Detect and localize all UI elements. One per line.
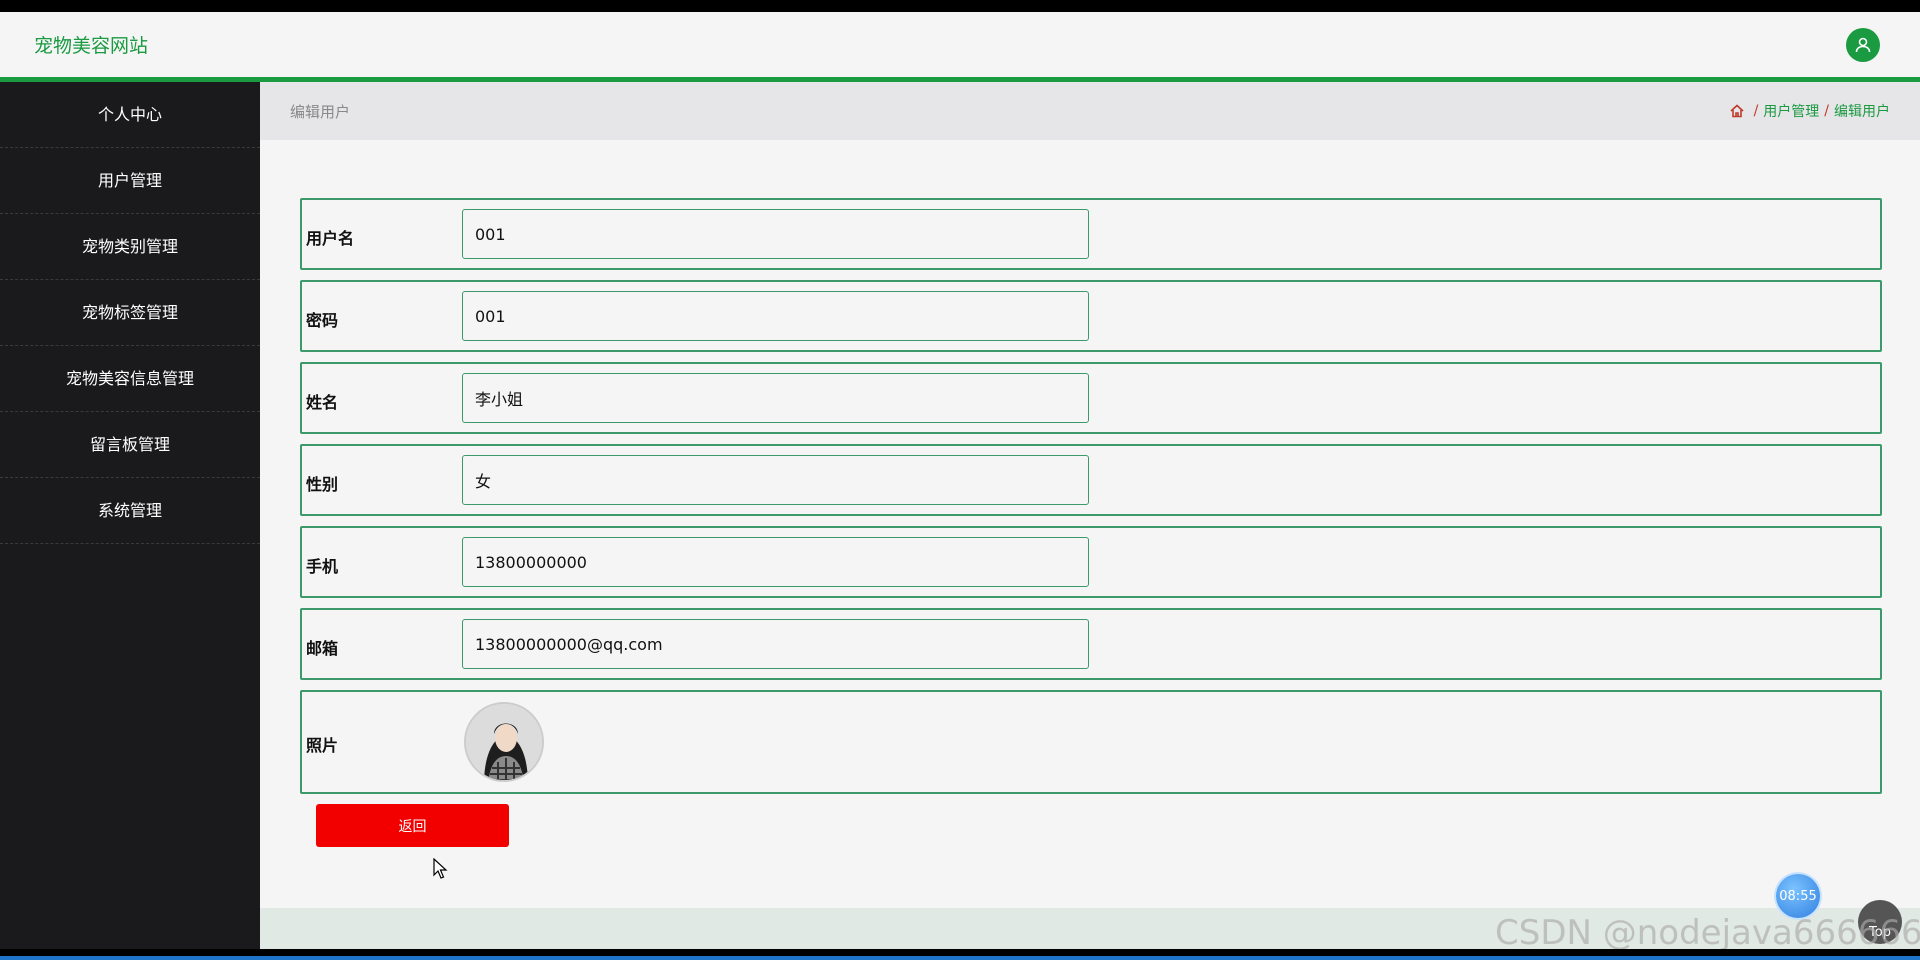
sidebar-item-user-management[interactable]: 用户管理 — [0, 148, 260, 214]
form-row-email: 邮箱 — [300, 608, 1882, 680]
photo-label: 照片 — [306, 736, 339, 755]
form-row-photo: 照片 — [300, 690, 1882, 794]
sidebar-item-pet-category[interactable]: 宠物类别管理 — [0, 214, 260, 280]
gender-input[interactable] — [462, 455, 1089, 505]
mouse-cursor-icon — [433, 858, 448, 879]
name-input[interactable] — [462, 373, 1089, 423]
timer-badge: 08:55 — [1776, 874, 1820, 918]
username-label: 用户名 — [306, 229, 355, 248]
breadcrumb-edit-user[interactable]: 编辑用户 — [1834, 101, 1890, 121]
sidebar-item-personal-center[interactable]: 个人中心 — [0, 82, 260, 148]
breadcrumb: / 用户管理 / 编辑用户 — [1729, 101, 1890, 121]
back-button[interactable]: 返回 — [316, 804, 509, 847]
user-photo[interactable] — [464, 702, 544, 782]
form-row-name: 姓名 — [300, 362, 1882, 434]
app-window: 宠物美容网站 个人中心 用户管理 宠物类别管理 宠物标签管理 宠物美容信息管理 … — [0, 12, 1920, 949]
form-row-password: 密码 — [300, 280, 1882, 352]
user-icon[interactable] — [1846, 28, 1880, 62]
sidebar-item-message-board[interactable]: 留言板管理 — [0, 412, 260, 478]
sidebar-item-pet-tag[interactable]: 宠物标签管理 — [0, 280, 260, 346]
username-input[interactable] — [462, 209, 1089, 259]
gender-label: 性别 — [306, 475, 339, 494]
watermark: CSDN @nodejava666666 — [1495, 913, 1920, 949]
top-header: 宠物美容网站 — [0, 12, 1920, 82]
breadcrumb-bar: 编辑用户 / 用户管理 / 编辑用户 — [260, 82, 1920, 140]
email-label: 邮箱 — [306, 639, 339, 658]
breadcrumb-separator: / — [1824, 103, 1829, 119]
name-label: 姓名 — [306, 393, 339, 412]
form-row-username: 用户名 — [300, 198, 1882, 270]
form-row-phone: 手机 — [300, 526, 1882, 598]
bottom-strip — [0, 949, 1920, 960]
home-icon[interactable] — [1729, 103, 1745, 119]
phone-label: 手机 — [306, 557, 339, 576]
sidebar: 个人中心 用户管理 宠物类别管理 宠物标签管理 宠物美容信息管理 留言板管理 系… — [0, 82, 260, 949]
sidebar-item-system[interactable]: 系统管理 — [0, 478, 260, 544]
main-content: 编辑用户 / 用户管理 / 编辑用户 用户名 密码 姓名 — [260, 82, 1920, 949]
breadcrumb-user-management[interactable]: 用户管理 — [1763, 101, 1819, 121]
password-input[interactable] — [462, 291, 1089, 341]
page-title: 编辑用户 — [290, 103, 351, 121]
site-title[interactable]: 宠物美容网站 — [34, 31, 148, 58]
form-row-gender: 性别 — [300, 444, 1882, 516]
email-input[interactable] — [462, 619, 1089, 669]
breadcrumb-separator: / — [1753, 103, 1759, 119]
phone-input[interactable] — [462, 537, 1089, 587]
password-label: 密码 — [306, 311, 339, 330]
sidebar-item-pet-grooming-info[interactable]: 宠物美容信息管理 — [0, 346, 260, 412]
